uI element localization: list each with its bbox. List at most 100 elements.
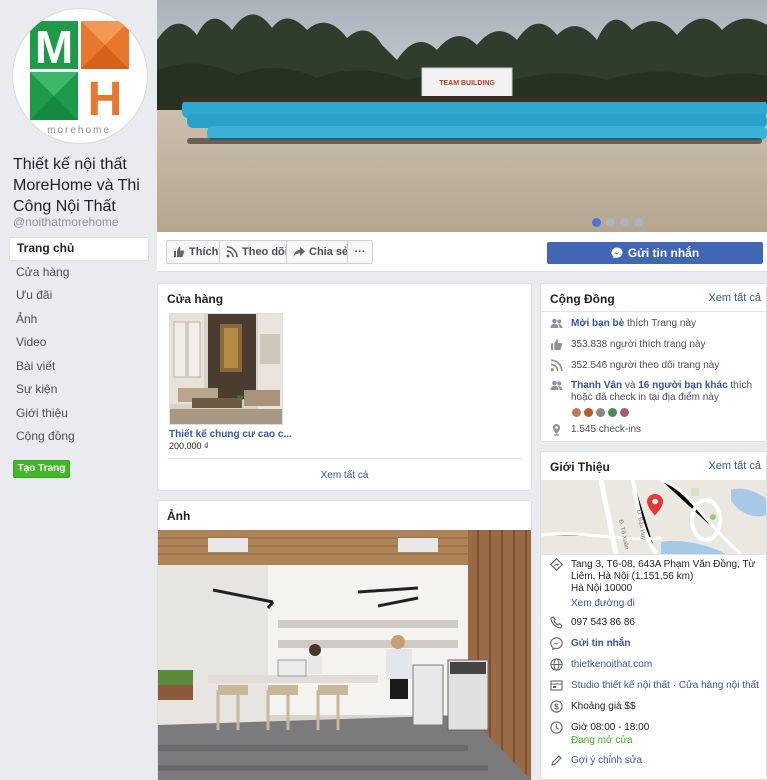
- product-thumbnail[interactable]: [169, 313, 283, 425]
- carousel-dot[interactable]: [606, 218, 615, 227]
- phone-text[interactable]: 097 543 86 86: [571, 617, 635, 629]
- nav-item-posts[interactable]: Bài viết: [9, 355, 149, 379]
- price-row: $ Khoảng giá $$: [550, 700, 760, 713]
- product-image: [170, 314, 282, 424]
- cover-image: TEAM BUILDING: [157, 0, 767, 232]
- send-message-button[interactable]: Gửi tin nhắn: [547, 242, 763, 264]
- nav-item-community[interactable]: Cộng đồng: [9, 425, 149, 449]
- divider: [167, 458, 522, 459]
- friend-and-text: và: [622, 380, 639, 391]
- nav-item-home[interactable]: Trang chủ: [9, 237, 149, 261]
- like-button[interactable]: Thích: [166, 240, 226, 264]
- price-icon: $: [550, 700, 563, 713]
- about-see-all-link[interactable]: Xem tất cả: [708, 460, 761, 472]
- category-row: Studio thiết kế nội thất · Cửa hàng nội …: [550, 680, 760, 692]
- nav-item-events[interactable]: Sự kiện: [9, 378, 149, 402]
- community-title: Cộng Đồng: [550, 292, 615, 306]
- location-pin-icon: [550, 423, 563, 436]
- page-nav: Trang chủ Cửa hàng Ưu đãi Ảnh Video Bài …: [9, 237, 149, 449]
- more-options-button[interactable]: ···: [347, 240, 373, 264]
- suggest-edit-link[interactable]: Gợi ý chỉnh sửa: [571, 755, 642, 767]
- address-city-text: Hà Nội 10000: [571, 583, 633, 594]
- share-button[interactable]: Chia sẻ: [286, 240, 356, 264]
- nav-item-videos[interactable]: Video: [9, 331, 149, 355]
- nav-item-offers[interactable]: Ưu đãi: [9, 284, 149, 308]
- follow-button[interactable]: Theo dõi: [219, 240, 295, 264]
- message-row: Gửi tin nhắn: [550, 637, 760, 651]
- friend-name-link[interactable]: Thanh Vân: [571, 380, 622, 391]
- share-label: Chia sẻ: [309, 246, 349, 258]
- avatar[interactable]: [619, 407, 630, 418]
- photo-thumbnail[interactable]: [158, 530, 531, 780]
- carousel-dots: [592, 218, 643, 227]
- friend-count-link[interactable]: 16 người bạn khác: [638, 380, 727, 391]
- cover-photo[interactable]: TEAM BUILDING: [157, 0, 767, 232]
- crowd: [182, 100, 767, 140]
- friends-icon: [550, 379, 563, 392]
- morehome-logo: M H morehome: [30, 21, 129, 136]
- photos-card: Ảnh: [157, 500, 532, 780]
- send-message-link[interactable]: Gửi tin nhắn: [571, 638, 630, 650]
- invite-rest-text: thích Trang này: [624, 318, 696, 329]
- follows-row: 352.546 người theo dõi trang này: [550, 359, 760, 372]
- address-row: Tang 3, T6-08, 643A Phạm Văn Đồng, Từ Li…: [549, 557, 760, 610]
- clock-icon: [550, 721, 563, 734]
- page-title[interactable]: Thiết kế nội thất MoreHome và Thi Công N…: [13, 154, 153, 217]
- carousel-dot[interactable]: [592, 218, 601, 227]
- page-avatar[interactable]: M H morehome: [12, 8, 148, 144]
- create-page-button[interactable]: Tạo Trang: [13, 460, 70, 478]
- phone-row: 097 543 86 86: [550, 616, 760, 629]
- hours-row: Giờ 08:00 - 18:00 Đang mở cửa: [550, 721, 760, 747]
- shop-card: Cửa hàng Thiết kế chung cư cao c... 200.…: [157, 283, 532, 491]
- avatar[interactable]: [583, 407, 594, 418]
- office-photo: [158, 530, 531, 780]
- community-card: Cộng Đồng Xem tất cả Mời bạn bè thích Tr…: [540, 283, 767, 442]
- checkins-count-text: 1.545 check-ins: [571, 424, 642, 435]
- shop-see-all-link[interactable]: Xem tất cả: [158, 470, 531, 481]
- page-action-bar: Thích Theo dõi Chia sẻ ··· Gửi tin nhắn: [157, 232, 767, 272]
- about-card: Giới Thiệu Xem tất cả Đ. Tố Xuân Đ. Bảo …: [540, 451, 767, 780]
- category-link[interactable]: Studio thiết kế nội thất · Cửa hàng nội …: [571, 680, 759, 692]
- category-tag-icon: [550, 679, 563, 692]
- like-label: Thích: [189, 246, 219, 258]
- community-see-all-link[interactable]: Xem tất cả: [708, 292, 761, 304]
- svg-text:M: M: [35, 21, 73, 73]
- avatar[interactable]: [571, 407, 582, 418]
- page-handle[interactable]: @noithatmorehome: [13, 215, 119, 229]
- share-arrow-icon: [293, 247, 305, 257]
- checkins-row: 1.545 check-ins: [550, 424, 760, 436]
- globe-icon: [550, 658, 563, 671]
- carousel-dot[interactable]: [634, 218, 643, 227]
- product-price: 200.000 ₫: [169, 441, 209, 451]
- avatar[interactable]: [607, 407, 618, 418]
- website-link[interactable]: thietkenoithat.com: [571, 659, 652, 671]
- product-name-link[interactable]: Thiết kế chung cư cao c...: [169, 429, 292, 440]
- address-text: Tang 3, T6-08, 643A Phạm Văn Đồng, Từ Li…: [571, 559, 756, 582]
- send-message-label: Gửi tin nhắn: [627, 246, 700, 260]
- nav-item-shop[interactable]: Cửa hàng: [9, 261, 149, 285]
- left-column: M H morehome Thiết kế nội thất MoreHome …: [0, 0, 157, 780]
- nav-item-photos[interactable]: Ảnh: [9, 308, 149, 332]
- location-map[interactable]: Đ. Tố Xuân Đ. Bảo Huy: [541, 480, 766, 554]
- invite-friends-row: Mời bạn bè thích Trang này: [550, 318, 760, 330]
- friends-icon: [550, 317, 563, 330]
- nav-item-about[interactable]: Giới thiệu: [9, 402, 149, 426]
- invite-friends-link[interactable]: Mời bạn bè: [571, 318, 624, 329]
- friend-avatars: [571, 407, 760, 422]
- thumbs-up-icon: [550, 338, 563, 351]
- map-image: Đ. Tố Xuân Đ. Bảo Huy: [541, 480, 766, 554]
- shop-title: Cửa hàng: [167, 292, 224, 306]
- directions-link[interactable]: Xem đường đi: [571, 598, 760, 610]
- messenger-icon: [611, 247, 623, 259]
- carousel-dot[interactable]: [620, 218, 629, 227]
- photos-title: Ảnh: [167, 509, 191, 523]
- avatar[interactable]: [595, 407, 606, 418]
- thumbs-up-icon: [174, 247, 185, 257]
- messenger-icon: [550, 637, 563, 651]
- phone-icon: [550, 616, 563, 629]
- divider: [541, 554, 766, 555]
- friends-activity-row: Thanh Vân và 16 người bạn khác thích hoặ…: [550, 380, 760, 422]
- follows-count-text: 352.546 người theo dõi trang này: [571, 360, 720, 371]
- price-text: Khoảng giá $$: [571, 701, 636, 712]
- hours-text: Giờ 08:00 - 18:00: [571, 722, 650, 733]
